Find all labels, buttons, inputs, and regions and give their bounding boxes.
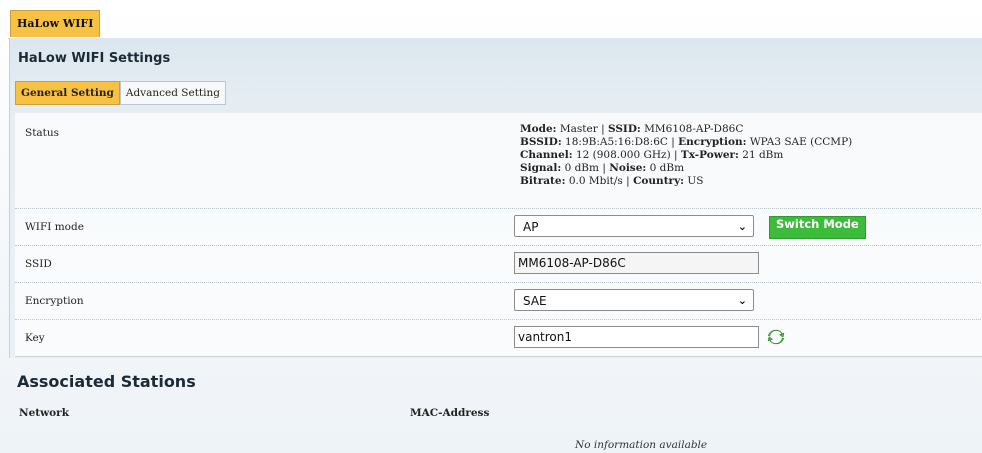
country-label: Country: xyxy=(633,175,685,187)
encryption-label: Encryption: xyxy=(678,136,747,148)
separator: | xyxy=(601,123,605,135)
signal-label: Signal: xyxy=(520,162,562,174)
ssid-label: SSID: xyxy=(607,123,641,135)
key-field-label: Key xyxy=(25,332,45,344)
settings-panel: HaLow WIFI Settings General Setting Advan… xyxy=(9,38,982,358)
wifi-mode-row: WIFI mode AP ⌄ Switch Mode xyxy=(15,209,982,246)
noise-label: Noise: xyxy=(609,162,647,174)
encryption-value: WPA3 SAE (CCMP) xyxy=(749,136,853,148)
tab-halow-wifi[interactable]: HaLow WIFI xyxy=(10,10,101,37)
wifi-mode-label: WIFI mode xyxy=(25,221,84,233)
tab-general-setting[interactable]: General Setting xyxy=(15,81,120,105)
encryption-row: Encryption SAE ⌄ xyxy=(15,283,982,320)
bssid-value: 18:9B:A5:16:D8:6C xyxy=(565,136,668,148)
switch-mode-button[interactable]: Switch Mode xyxy=(769,216,866,239)
wifi-mode-value: AP xyxy=(523,220,539,234)
mode-label: Mode: xyxy=(520,123,557,135)
tab-advanced-setting[interactable]: Advanced Setting xyxy=(119,81,226,105)
channel-value: 12 (908.000 GHz) xyxy=(575,149,671,161)
key-row: Key vantron1 xyxy=(15,320,982,357)
channel-label: Channel: xyxy=(520,149,573,161)
ssid-field-label: SSID xyxy=(25,258,52,270)
bitrate-value: 0.0 Mbit/s xyxy=(568,175,623,187)
signal-value: 0 dBm xyxy=(564,162,599,174)
subtab-bar: General Setting Advanced Setting xyxy=(15,81,226,105)
encryption-select[interactable]: SAE ⌄ xyxy=(514,289,754,311)
mode-value: Master xyxy=(559,123,598,135)
ssid-input[interactable]: MM6108-AP-D86C xyxy=(514,252,759,274)
country-value: US xyxy=(687,175,704,187)
status-info: Mode: Master | SSID: MM6108-AP-D86C BSSI… xyxy=(520,123,852,188)
refresh-icon[interactable] xyxy=(767,328,785,346)
bssid-label: BSSID: xyxy=(520,136,562,148)
top-tab-bar: HaLow WIFI xyxy=(8,8,982,39)
separator: | xyxy=(602,162,606,174)
separator: | xyxy=(671,136,675,148)
separator: | xyxy=(626,175,630,187)
key-input[interactable]: vantron1 xyxy=(514,326,759,348)
page-title: HaLow WIFI Settings xyxy=(18,51,171,66)
bitrate-label: Bitrate: xyxy=(520,175,566,187)
noise-value: 0 dBm xyxy=(649,162,685,174)
chevron-down-icon: ⌄ xyxy=(737,220,747,233)
column-mac-address: MAC-Address xyxy=(410,407,490,419)
column-network: Network xyxy=(19,407,69,419)
txpower-value: 21 dBm xyxy=(742,149,784,161)
ssid-value: MM6108-AP-D86C xyxy=(644,123,744,135)
status-row: Status Mode: Master | SSID: MM6108-AP-D8… xyxy=(15,113,982,209)
associated-stations-title: Associated Stations xyxy=(17,372,196,391)
ssid-row: SSID MM6108-AP-D86C xyxy=(15,246,982,283)
status-label: Status xyxy=(25,127,60,139)
txpower-label: Tx-Power: xyxy=(680,149,739,161)
settings-rows: Status Mode: Master | SSID: MM6108-AP-D8… xyxy=(15,113,982,357)
wifi-mode-select[interactable]: AP ⌄ xyxy=(514,215,754,237)
chevron-down-icon: ⌄ xyxy=(737,294,747,307)
empty-message: No information available xyxy=(575,439,708,451)
encryption-field-label: Encryption xyxy=(25,295,84,307)
separator: | xyxy=(674,149,678,161)
encryption-select-value: SAE xyxy=(523,294,547,308)
